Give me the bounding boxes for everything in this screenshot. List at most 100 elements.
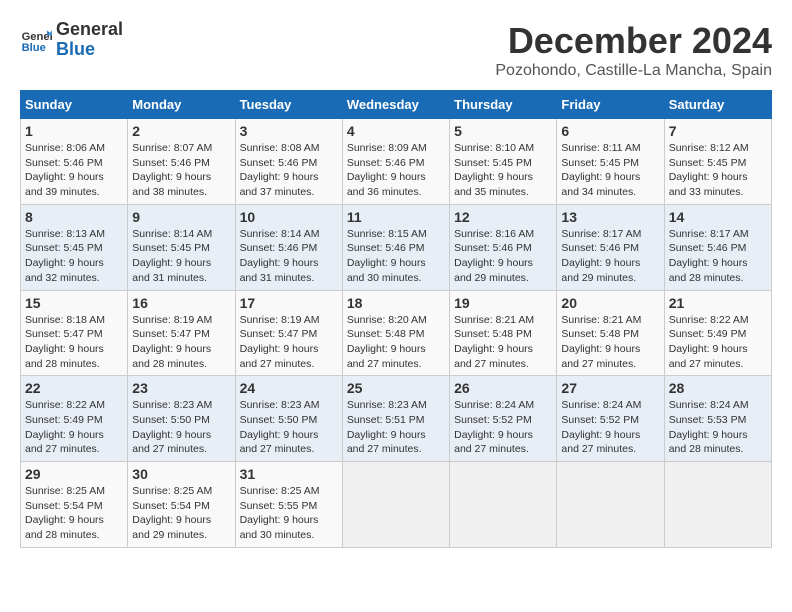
day-info: Sunrise: 8:21 AMSunset: 5:48 PMDaylight:… bbox=[561, 313, 659, 372]
day-number: 17 bbox=[240, 295, 338, 311]
calendar-week-row: 22Sunrise: 8:22 AMSunset: 5:49 PMDayligh… bbox=[21, 376, 772, 462]
calendar-day-cell bbox=[664, 462, 771, 548]
day-number: 14 bbox=[669, 209, 767, 225]
day-number: 4 bbox=[347, 123, 445, 139]
day-info: Sunrise: 8:22 AMSunset: 5:49 PMDaylight:… bbox=[25, 398, 123, 457]
calendar-week-row: 1Sunrise: 8:06 AMSunset: 5:46 PMDaylight… bbox=[21, 119, 772, 205]
calendar-day-cell bbox=[450, 462, 557, 548]
calendar-day-cell: 4 Sunrise: 8:09 AMSunset: 5:46 PMDaylight… bbox=[342, 119, 449, 205]
calendar-day-cell: 22Sunrise: 8:22 AMSunset: 5:49 PMDayligh… bbox=[21, 376, 128, 462]
day-number: 10 bbox=[240, 209, 338, 225]
day-info: Sunrise: 8:11 AMSunset: 5:45 PMDaylight:… bbox=[561, 141, 659, 200]
calendar-day-cell: 13 Sunrise: 8:17 AMSunset: 5:46 PMDayligh… bbox=[557, 204, 664, 290]
calendar-day-cell: 28 Sunrise: 8:24 AMSunset: 5:53 PMDayligh… bbox=[664, 376, 771, 462]
day-info: Sunrise: 8:14 AMSunset: 5:45 PMDaylight:… bbox=[132, 227, 230, 286]
day-number: 13 bbox=[561, 209, 659, 225]
day-info: Sunrise: 8:21 AMSunset: 5:48 PMDaylight:… bbox=[454, 313, 552, 372]
day-info: Sunrise: 8:19 AMSunset: 5:47 PMDaylight:… bbox=[132, 313, 230, 372]
day-info: Sunrise: 8:18 AMSunset: 5:47 PMDaylight:… bbox=[25, 313, 123, 372]
day-info: Sunrise: 8:25 AMSunset: 5:55 PMDaylight:… bbox=[240, 484, 338, 543]
day-info: Sunrise: 8:13 AMSunset: 5:45 PMDaylight:… bbox=[25, 227, 123, 286]
calendar-day-cell: 25 Sunrise: 8:23 AMSunset: 5:51 PMDayligh… bbox=[342, 376, 449, 462]
day-number: 7 bbox=[669, 123, 767, 139]
calendar-day-cell bbox=[342, 462, 449, 548]
calendar-day-cell: 29 Sunrise: 8:25 AMSunset: 5:54 PMDayligh… bbox=[21, 462, 128, 548]
day-number: 29 bbox=[25, 466, 123, 482]
day-info: Sunrise: 8:09 AMSunset: 5:46 PMDaylight:… bbox=[347, 141, 445, 200]
day-number: 11 bbox=[347, 209, 445, 225]
calendar-day-cell: 15 Sunrise: 8:18 AMSunset: 5:47 PMDayligh… bbox=[21, 290, 128, 376]
day-info: Sunrise: 8:24 AMSunset: 5:52 PMDaylight:… bbox=[454, 398, 552, 457]
page-header: General Blue General Blue December 2024 … bbox=[20, 20, 772, 80]
weekday-header-monday: Monday bbox=[128, 91, 235, 119]
logo-icon: General Blue bbox=[20, 24, 52, 56]
day-number: 16 bbox=[132, 295, 230, 311]
calendar-day-cell: 19 Sunrise: 8:21 AMSunset: 5:48 PMDayligh… bbox=[450, 290, 557, 376]
calendar-day-cell: 27 Sunrise: 8:24 AMSunset: 5:52 PMDayligh… bbox=[557, 376, 664, 462]
calendar-day-cell: 23Sunrise: 8:23 AMSunset: 5:50 PMDayligh… bbox=[128, 376, 235, 462]
calendar-day-cell: 17 Sunrise: 8:19 AMSunset: 5:47 PMDayligh… bbox=[235, 290, 342, 376]
day-info: Sunrise: 8:06 AMSunset: 5:46 PMDaylight:… bbox=[25, 141, 123, 200]
calendar-subtitle: Pozohondo, Castille-La Mancha, Spain bbox=[495, 62, 772, 80]
day-info: Sunrise: 8:17 AMSunset: 5:46 PMDaylight:… bbox=[669, 227, 767, 286]
weekday-header-sunday: Sunday bbox=[21, 91, 128, 119]
day-info: Sunrise: 8:22 AMSunset: 5:49 PMDaylight:… bbox=[669, 313, 767, 372]
day-number: 26 bbox=[454, 380, 552, 396]
calendar-title: December 2024 bbox=[495, 20, 772, 62]
calendar-day-cell: 20 Sunrise: 8:21 AMSunset: 5:48 PMDayligh… bbox=[557, 290, 664, 376]
day-info: Sunrise: 8:23 AMSunset: 5:50 PMDaylight:… bbox=[240, 398, 338, 457]
day-info: Sunrise: 8:24 AMSunset: 5:53 PMDaylight:… bbox=[669, 398, 767, 457]
weekday-header-wednesday: Wednesday bbox=[342, 91, 449, 119]
calendar-day-cell: 24 Sunrise: 8:23 AMSunset: 5:50 PMDayligh… bbox=[235, 376, 342, 462]
calendar-day-cell: 2Sunrise: 8:07 AMSunset: 5:46 PMDaylight… bbox=[128, 119, 235, 205]
calendar-day-cell: 9Sunrise: 8:14 AMSunset: 5:45 PMDaylight… bbox=[128, 204, 235, 290]
day-info: Sunrise: 8:25 AMSunset: 5:54 PMDaylight:… bbox=[25, 484, 123, 543]
day-number: 31 bbox=[240, 466, 338, 482]
calendar-day-cell: 14 Sunrise: 8:17 AMSunset: 5:46 PMDayligh… bbox=[664, 204, 771, 290]
day-number: 20 bbox=[561, 295, 659, 311]
day-info: Sunrise: 8:15 AMSunset: 5:46 PMDaylight:… bbox=[347, 227, 445, 286]
day-number: 21 bbox=[669, 295, 767, 311]
day-info: Sunrise: 8:08 AMSunset: 5:46 PMDaylight:… bbox=[240, 141, 338, 200]
calendar-week-row: 15 Sunrise: 8:18 AMSunset: 5:47 PMDayligh… bbox=[21, 290, 772, 376]
day-number: 6 bbox=[561, 123, 659, 139]
calendar-day-cell: 31 Sunrise: 8:25 AMSunset: 5:55 PMDayligh… bbox=[235, 462, 342, 548]
calendar-day-cell: 21 Sunrise: 8:22 AMSunset: 5:49 PMDayligh… bbox=[664, 290, 771, 376]
day-info: Sunrise: 8:24 AMSunset: 5:52 PMDaylight:… bbox=[561, 398, 659, 457]
day-info: Sunrise: 8:23 AMSunset: 5:51 PMDaylight:… bbox=[347, 398, 445, 457]
calendar-table: SundayMondayTuesdayWednesdayThursdayFrid… bbox=[20, 90, 772, 548]
day-number: 3 bbox=[240, 123, 338, 139]
day-info: Sunrise: 8:12 AMSunset: 5:45 PMDaylight:… bbox=[669, 141, 767, 200]
day-number: 15 bbox=[25, 295, 123, 311]
day-info: Sunrise: 8:20 AMSunset: 5:48 PMDaylight:… bbox=[347, 313, 445, 372]
weekday-header-thursday: Thursday bbox=[450, 91, 557, 119]
day-number: 12 bbox=[454, 209, 552, 225]
day-info: Sunrise: 8:25 AMSunset: 5:54 PMDaylight:… bbox=[132, 484, 230, 543]
calendar-day-cell: 26 Sunrise: 8:24 AMSunset: 5:52 PMDayligh… bbox=[450, 376, 557, 462]
day-number: 18 bbox=[347, 295, 445, 311]
calendar-week-row: 8Sunrise: 8:13 AMSunset: 5:45 PMDaylight… bbox=[21, 204, 772, 290]
day-number: 28 bbox=[669, 380, 767, 396]
day-info: Sunrise: 8:14 AMSunset: 5:46 PMDaylight:… bbox=[240, 227, 338, 286]
calendar-day-cell: 7 Sunrise: 8:12 AMSunset: 5:45 PMDaylight… bbox=[664, 119, 771, 205]
day-number: 30 bbox=[132, 466, 230, 482]
day-number: 27 bbox=[561, 380, 659, 396]
day-number: 24 bbox=[240, 380, 338, 396]
calendar-week-row: 29 Sunrise: 8:25 AMSunset: 5:54 PMDayligh… bbox=[21, 462, 772, 548]
day-info: Sunrise: 8:07 AMSunset: 5:46 PMDaylight:… bbox=[132, 141, 230, 200]
day-info: Sunrise: 8:17 AMSunset: 5:46 PMDaylight:… bbox=[561, 227, 659, 286]
calendar-day-cell: 6 Sunrise: 8:11 AMSunset: 5:45 PMDaylight… bbox=[557, 119, 664, 205]
svg-text:Blue: Blue bbox=[22, 42, 46, 54]
day-info: Sunrise: 8:10 AMSunset: 5:45 PMDaylight:… bbox=[454, 141, 552, 200]
calendar-day-cell: 12Sunrise: 8:16 AMSunset: 5:46 PMDayligh… bbox=[450, 204, 557, 290]
day-number: 25 bbox=[347, 380, 445, 396]
calendar-day-cell: 3 Sunrise: 8:08 AMSunset: 5:46 PMDaylight… bbox=[235, 119, 342, 205]
weekday-header-tuesday: Tuesday bbox=[235, 91, 342, 119]
calendar-day-cell: 30 Sunrise: 8:25 AMSunset: 5:54 PMDayligh… bbox=[128, 462, 235, 548]
logo-text: General Blue bbox=[56, 20, 123, 60]
weekday-header-saturday: Saturday bbox=[664, 91, 771, 119]
day-number: 19 bbox=[454, 295, 552, 311]
weekday-header-row: SundayMondayTuesdayWednesdayThursdayFrid… bbox=[21, 91, 772, 119]
calendar-day-cell: 11 Sunrise: 8:15 AMSunset: 5:46 PMDayligh… bbox=[342, 204, 449, 290]
day-info: Sunrise: 8:19 AMSunset: 5:47 PMDaylight:… bbox=[240, 313, 338, 372]
